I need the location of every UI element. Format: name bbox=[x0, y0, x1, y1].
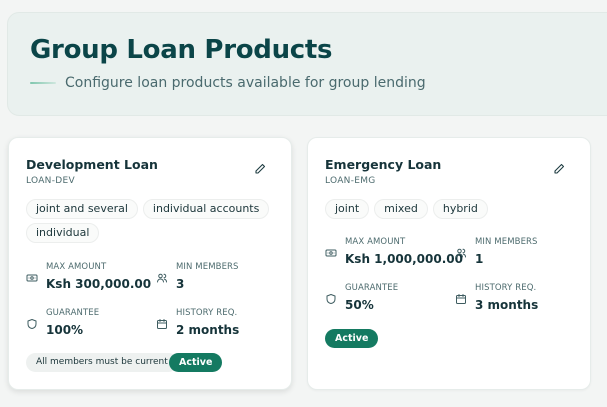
stat-label: GUARANTEE bbox=[345, 283, 399, 293]
tag-chip: individual accounts bbox=[142, 199, 270, 219]
product-code: LOAN-EMG bbox=[325, 176, 376, 186]
stat-label: GUARANTEE bbox=[46, 308, 100, 318]
product-name: Development Loan bbox=[26, 157, 158, 172]
page-title: Group Loan Products bbox=[30, 35, 333, 65]
stat-max-amount: MAX AMOUNT Ksh 300,000.00 bbox=[26, 262, 156, 302]
stat-value: 3 bbox=[176, 277, 185, 291]
requirement-note: All members must be current bbox=[26, 353, 178, 372]
product-tags: joint mixed hybrid bbox=[325, 199, 575, 219]
stat-min-members: MIN MEMBERS 1 bbox=[455, 237, 585, 277]
stat-label: MAX AMOUNT bbox=[345, 237, 406, 247]
stat-value: 100% bbox=[46, 323, 84, 337]
calendar-icon bbox=[456, 294, 466, 304]
status-badge: Active bbox=[169, 353, 223, 372]
stat-label: MAX AMOUNT bbox=[46, 262, 107, 272]
page-header: Group Loan Products Configure loan produ… bbox=[7, 12, 607, 116]
loan-product-card: Development Loan LOAN-DEV joint and seve… bbox=[8, 137, 292, 390]
stat-label: HISTORY REQ. bbox=[475, 283, 537, 293]
stat-history: HISTORY REQ. 3 months bbox=[455, 283, 585, 323]
stat-value: 50% bbox=[345, 298, 374, 312]
users-icon bbox=[456, 248, 466, 258]
banknote-icon bbox=[325, 249, 337, 257]
stat-guarantee: GUARANTEE 50% bbox=[325, 283, 455, 323]
edit-product-button[interactable] bbox=[251, 160, 269, 178]
tag-chip: mixed bbox=[374, 199, 428, 219]
stat-label: HISTORY REQ. bbox=[176, 308, 238, 318]
stat-value: Ksh 1,000,000.00 bbox=[345, 252, 463, 266]
stat-label: MIN MEMBERS bbox=[176, 262, 239, 272]
shield-icon bbox=[27, 319, 37, 329]
status-badge: Active bbox=[325, 329, 379, 348]
tag-chip: joint and several bbox=[26, 199, 138, 219]
title-accent-line bbox=[30, 82, 56, 84]
tag-chip: individual bbox=[26, 223, 100, 243]
shield-icon bbox=[326, 294, 336, 304]
tag-chip: joint bbox=[325, 199, 370, 219]
stat-guarantee: GUARANTEE 100% bbox=[26, 308, 156, 348]
stat-value: 1 bbox=[475, 252, 484, 266]
pencil-icon bbox=[554, 163, 565, 174]
edit-product-button[interactable] bbox=[550, 160, 568, 178]
loan-product-card: Emergency Loan LOAN-EMG joint mixed hybr… bbox=[307, 137, 591, 390]
product-code: LOAN-DEV bbox=[26, 176, 75, 186]
tag-chip: hybrid bbox=[432, 199, 488, 219]
product-tags: joint and several individual accounts in… bbox=[26, 199, 276, 243]
stat-value: Ksh 300,000.00 bbox=[46, 277, 152, 291]
pencil-icon bbox=[255, 163, 266, 174]
stat-value: 2 months bbox=[176, 323, 240, 337]
users-icon bbox=[157, 273, 167, 283]
stat-min-members: MIN MEMBERS 3 bbox=[156, 262, 286, 302]
stat-max-amount: MAX AMOUNT Ksh 1,000,000.00 bbox=[325, 237, 463, 277]
stat-value: 3 months bbox=[475, 298, 539, 312]
banknote-icon bbox=[26, 274, 38, 282]
calendar-icon bbox=[157, 319, 167, 329]
product-name: Emergency Loan bbox=[325, 157, 442, 172]
page-subtitle: Configure loan products available for gr… bbox=[65, 75, 426, 91]
stat-label: MIN MEMBERS bbox=[475, 237, 538, 247]
stat-history: HISTORY REQ. 2 months bbox=[156, 308, 286, 348]
